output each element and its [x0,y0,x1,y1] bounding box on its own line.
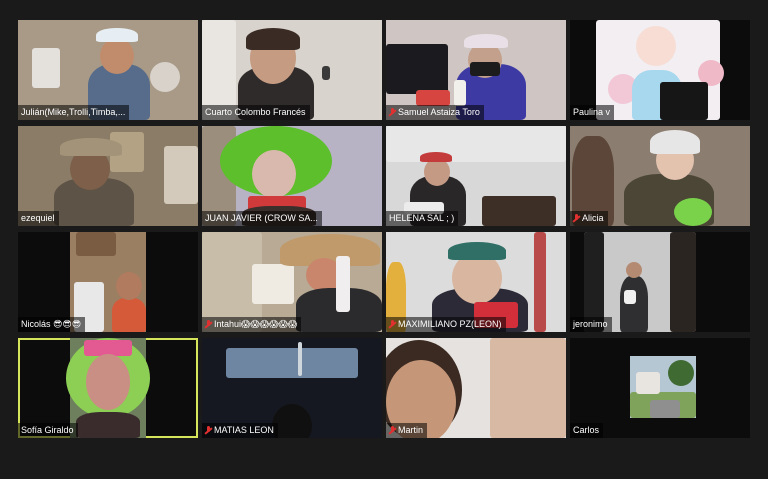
participant-name: Paulina v [573,107,611,117]
person-face [424,158,450,186]
face-mask [470,62,500,76]
palm-tree [668,360,694,386]
participant-tile-paulina[interactable]: Paulina v [570,20,750,120]
person-body [76,412,140,438]
participant-name-tag: MAXIMILIANO PZ(LEON) [386,317,506,332]
arm [490,338,566,438]
participant-name-tag: Carlos [570,423,604,438]
participant-name: Samuel Astaiza Toro [398,107,480,117]
participant-name: Intahui😱😱😱😱😱😱 [214,319,298,329]
stuffed-toy [150,62,180,92]
participant-tile-martin[interactable]: Martin [386,338,566,438]
pillow [32,48,60,88]
participant-tile-sofia-giraldo[interactable]: Sofía Giraldo [18,338,198,438]
person-body [620,276,648,332]
participant-name: Julián(Mike,Trolli,Timba,... [21,107,126,117]
hair [246,28,300,50]
participant-name-tag: JUAN JAVIER (CROW SA... [202,211,322,226]
participant-name: Nicolás 😎😎😎 [21,319,82,329]
tower [298,342,302,376]
chair [482,196,556,226]
muted-mic-icon [205,320,212,329]
painted-face [252,150,296,198]
participant-video [66,338,150,438]
toy-bottle [454,80,466,106]
muted-mic-icon [389,320,396,329]
person-face [116,272,142,300]
participant-name: Alicia [582,213,604,223]
participant-tile-jeronimo[interactable]: jeronimo [570,232,750,332]
participant-name-tag: Sofía Giraldo [18,423,78,438]
paper [624,290,636,304]
toy [416,90,450,106]
participant-name-tag: ezequiel [18,211,59,226]
participant-name-tag: MATIAS LEON [202,423,278,438]
road [650,400,680,418]
participant-tile-nicolas[interactable]: Nicolás 😎😎😎 [18,232,198,332]
participant-name-tag: Martin [386,423,428,438]
door-frame [534,232,546,332]
cabinet [76,232,116,256]
video-gallery: Julián(Mike,Trolli,Timba,... Cuarto Colo… [18,20,752,440]
laptop [660,82,708,120]
wall-switch [322,66,330,80]
participant-name: MAXIMILIANO PZ(LEON) [398,319,502,329]
panorama-screen [226,348,358,378]
participant-tile-maximiliano[interactable]: MAXIMILIANO PZ(LEON) [386,232,566,332]
participant-tile-carlos[interactable]: Carlos [570,338,750,438]
cap [448,242,506,260]
participant-name: Sofía Giraldo [21,425,74,435]
hat [60,138,122,156]
participant-tile-matias-leon[interactable]: MATIAS LEON [202,338,382,438]
participant-name-tag: Intahui😱😱😱😱😱😱 [202,317,302,332]
participant-tile-cuarto-colombo-frances[interactable]: Cuarto Colombo Francés [202,20,382,120]
participant-name: jeronimo [573,319,608,329]
hood [650,130,700,154]
participant-name-tag: Samuel Astaiza Toro [386,105,484,120]
wall [386,126,566,162]
participant-name-tag: HELENA SAL ; ) [386,211,459,226]
participant-tile-ezequiel[interactable]: ezequiel [18,126,198,226]
participant-name-tag: Cuarto Colombo Francés [202,105,310,120]
person-face [100,38,134,74]
participant-tile-julian[interactable]: Julián(Mike,Trolli,Timba,... [18,20,198,120]
house [636,372,660,394]
participant-name-tag: jeronimo [570,317,612,332]
participant-tile-intahui[interactable]: Intahui😱😱😱😱😱😱 [202,232,382,332]
participant-name: Martin [398,425,424,435]
participant-tile-juan-javier[interactable]: JUAN JAVIER (CROW SA... [202,126,382,226]
participant-name-tag: Julián(Mike,Trolli,Timba,... [18,105,130,120]
muted-mic-icon [205,426,212,435]
participant-name: HELENA SAL ; ) [389,213,455,223]
door [670,232,696,332]
painted-face [86,354,130,410]
cap [464,34,508,48]
participant-name: ezequiel [21,213,55,223]
muted-mic-icon [573,214,580,223]
person-face [626,262,642,278]
anime-drawing-face [636,26,676,66]
cone-prop [336,256,350,312]
screen [386,44,448,94]
cap [96,28,138,42]
muted-mic-icon [389,108,396,117]
participant-tile-alicia[interactable]: Alicia [570,126,750,226]
participant-name: JUAN JAVIER (CROW SA... [205,213,318,223]
participant-video [630,356,696,418]
muted-mic-icon [389,426,396,435]
participant-tile-samuel-astaiza-toro[interactable]: Samuel Astaiza Toro [386,20,566,120]
window [164,146,198,204]
whiteboard [252,264,294,304]
cap [420,152,452,162]
person-head [272,404,312,438]
participant-name: MATIAS LEON [214,425,274,435]
participant-name-tag: Paulina v [570,105,615,120]
participant-tile-helena-sal[interactable]: HELENA SAL ; ) [386,126,566,226]
person-body [112,298,146,332]
participant-name: Carlos [573,425,600,435]
participant-name-tag: Nicolás 😎😎😎 [18,317,86,332]
participant-name-tag: Alicia [570,211,608,226]
green-ball [674,198,712,226]
participant-name: Cuarto Colombo Francés [205,107,306,117]
